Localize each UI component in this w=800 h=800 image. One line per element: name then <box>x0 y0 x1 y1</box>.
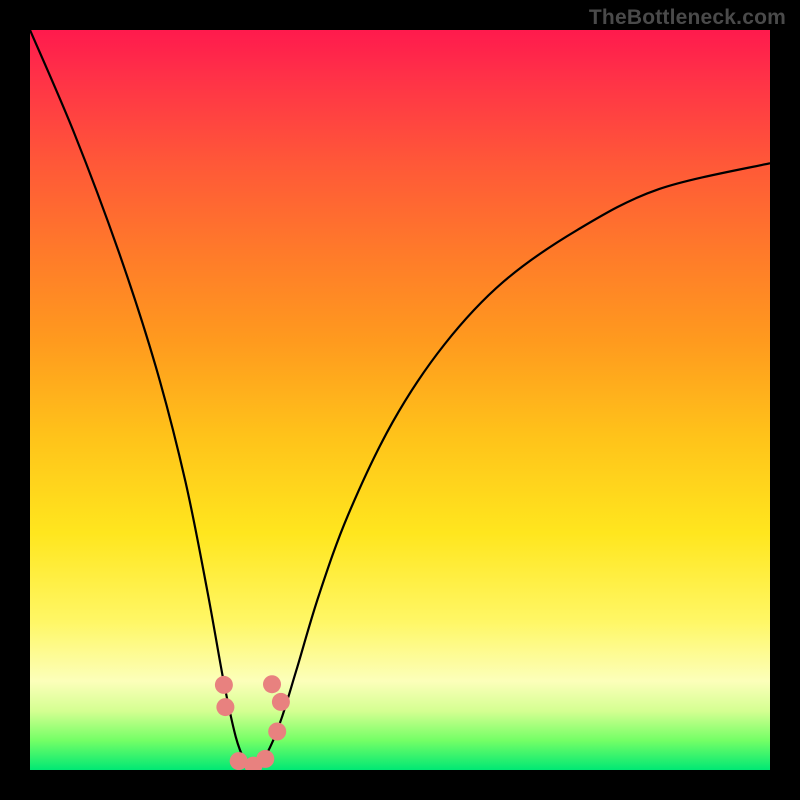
bottleneck-curve <box>30 30 770 767</box>
highlight-dot <box>272 693 290 711</box>
plot-area <box>30 30 770 770</box>
highlight-dot <box>216 698 234 716</box>
highlight-dot <box>263 675 281 693</box>
chart-frame: TheBottleneck.com <box>0 0 800 800</box>
chart-svg <box>30 30 770 770</box>
highlight-dots <box>215 675 290 770</box>
watermark-text: TheBottleneck.com <box>589 6 786 30</box>
highlight-dot <box>256 750 274 768</box>
highlight-dot <box>268 723 286 741</box>
highlight-dot <box>215 676 233 694</box>
